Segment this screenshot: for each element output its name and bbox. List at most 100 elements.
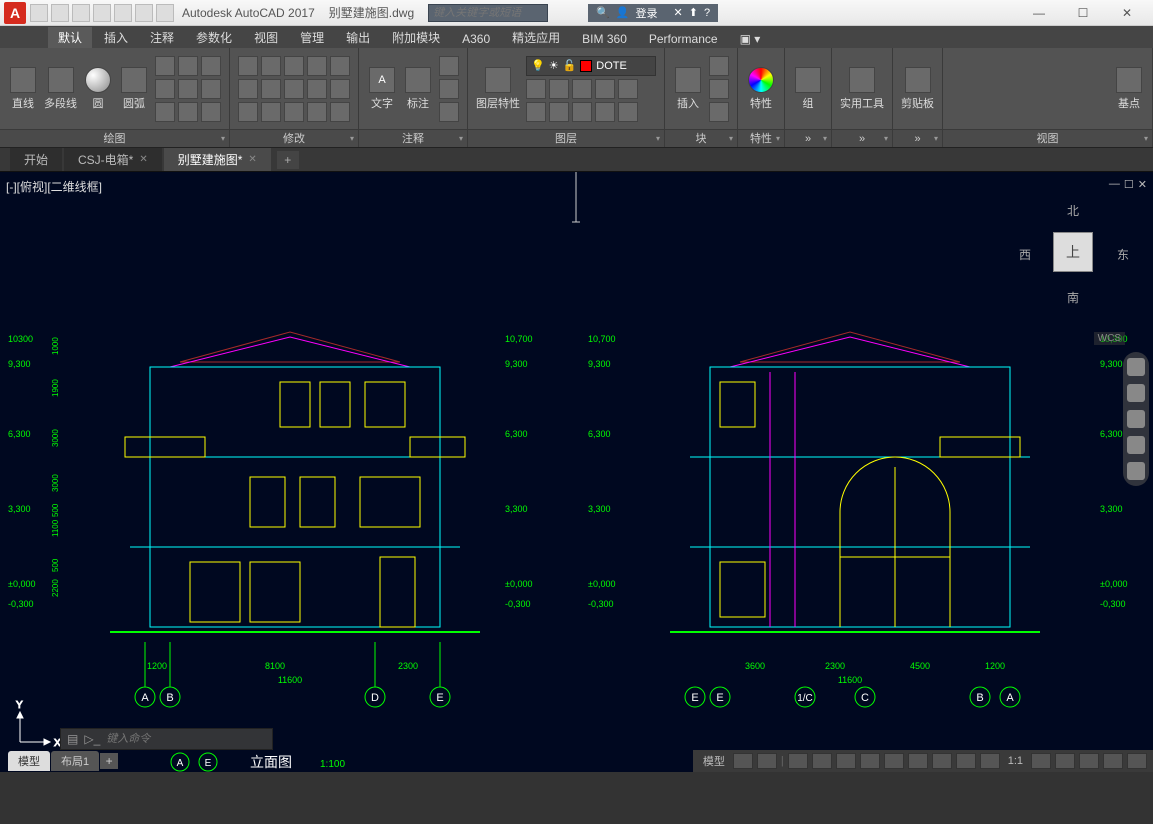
minimize-button[interactable]: — xyxy=(1017,0,1061,26)
tool-text[interactable]: A文字 xyxy=(367,67,397,111)
qat-save-icon[interactable] xyxy=(72,4,90,22)
status-hardware-icon[interactable] xyxy=(1079,753,1099,769)
tab-insert[interactable]: 插入 xyxy=(94,27,138,48)
status-cleanscreen-icon[interactable] xyxy=(1103,753,1123,769)
tool-basepoint[interactable]: 基点 xyxy=(1114,67,1144,111)
status-ortho-icon[interactable] xyxy=(788,753,808,769)
drawing-canvas[interactable]: A B D E 1200 8100 2300 11600 A E 立面图 1:1… xyxy=(0,172,1153,772)
vp-maximize-icon[interactable]: ☐ xyxy=(1124,178,1134,191)
status-lweight-icon[interactable] xyxy=(908,753,928,769)
qat-new-icon[interactable] xyxy=(30,4,48,22)
maximize-button[interactable]: ☐ xyxy=(1061,0,1105,26)
svg-text:500: 500 xyxy=(51,503,60,517)
tool-arc[interactable]: 圆弧 xyxy=(119,67,149,111)
nav-pan-icon[interactable] xyxy=(1127,384,1145,402)
command-line[interactable]: ▤ ▷_ xyxy=(60,728,273,750)
vp-close-icon[interactable]: ✕ xyxy=(1138,178,1147,191)
status-annomonitor-icon[interactable] xyxy=(980,753,1000,769)
layer-combo[interactable]: 💡 ☀ 🔓 DOTE xyxy=(526,56,656,76)
tab-default[interactable]: 默认 xyxy=(48,27,92,48)
tab-manage[interactable]: 管理 xyxy=(290,27,334,48)
nav-zoom-icon[interactable] xyxy=(1127,410,1145,428)
wcs-label[interactable]: WCS xyxy=(1094,332,1125,345)
nav-orbit-icon[interactable] xyxy=(1127,436,1145,454)
svg-text:-0,300: -0,300 xyxy=(8,599,34,609)
layer-color-swatch xyxy=(580,60,592,72)
status-cycling-icon[interactable] xyxy=(956,753,976,769)
nav-wheel-icon[interactable] xyxy=(1127,358,1145,376)
panel-utilities: 实用工具 » xyxy=(832,48,893,147)
new-tab-button[interactable]: + xyxy=(277,151,299,169)
tab-view[interactable]: 视图 xyxy=(244,27,288,48)
layout-tab-model[interactable]: 模型 xyxy=(8,751,50,771)
vp-minimize-icon[interactable]: — xyxy=(1109,178,1120,191)
tab-performance[interactable]: Performance xyxy=(639,30,728,48)
qat-saveas-icon[interactable] xyxy=(93,4,111,22)
tab-overflow-icon[interactable]: ▣ ▾ xyxy=(730,30,771,48)
tool-insert[interactable]: 插入 xyxy=(673,67,703,111)
tab-a360[interactable]: A360 xyxy=(452,30,500,48)
status-osnap-icon[interactable] xyxy=(836,753,856,769)
panel-title[interactable]: 绘图 xyxy=(0,129,229,147)
tool-dimension[interactable]: 标注 xyxy=(403,67,433,111)
tool-line[interactable]: 直线 xyxy=(8,67,38,111)
status-isolate-icon[interactable] xyxy=(1055,753,1075,769)
help-icon[interactable]: ? xyxy=(704,7,710,19)
status-model[interactable]: 模型 xyxy=(699,753,729,769)
panel-annotate: A文字 标注 注释 xyxy=(359,48,468,147)
exchange-icon[interactable]: ✕ xyxy=(674,6,683,19)
qat-open-icon[interactable] xyxy=(51,4,69,22)
nav-showmotion-icon[interactable] xyxy=(1127,462,1145,480)
cmd-history-icon[interactable]: ▤ xyxy=(67,732,78,746)
status-scale[interactable]: 1:1 xyxy=(1004,755,1027,767)
viewport-label[interactable]: [-][俯视][二维线框] xyxy=(6,178,102,195)
close-button[interactable]: ✕ xyxy=(1105,0,1149,26)
tool-properties[interactable]: 特性 xyxy=(746,67,776,111)
svg-text:1000: 1000 xyxy=(51,337,60,355)
panel-layers: 图层特性 💡 ☀ 🔓 DOTE 图层 xyxy=(468,48,665,147)
tool-group[interactable]: 组 xyxy=(793,67,823,111)
app-logo[interactable]: A xyxy=(4,2,26,24)
user-area[interactable]: 🔍 👤 登录 ✕ ⬆ ? xyxy=(588,4,718,22)
status-gear-icon[interactable] xyxy=(1031,753,1051,769)
status-grid-icon[interactable] xyxy=(733,753,753,769)
login-label: 登录 xyxy=(636,5,658,21)
tool-small[interactable] xyxy=(155,56,175,76)
tab-addins[interactable]: 附加模块 xyxy=(382,27,450,48)
tool-polyline[interactable]: 多段线 xyxy=(44,67,77,111)
search-input[interactable] xyxy=(428,4,548,22)
a360-icon[interactable]: ⬆ xyxy=(689,6,698,19)
filetab-csj[interactable]: CSJ-电箱*✕ xyxy=(64,148,162,171)
status-snap-icon[interactable] xyxy=(757,753,777,769)
svg-text:3000: 3000 xyxy=(51,474,60,492)
status-3dosnap-icon[interactable] xyxy=(860,753,880,769)
add-layout-button[interactable]: + xyxy=(100,753,118,769)
svg-text:3000: 3000 xyxy=(51,429,60,447)
status-customize-icon[interactable] xyxy=(1127,753,1147,769)
tool-clipboard[interactable]: 剪贴板 xyxy=(901,67,934,111)
tab-annotate[interactable]: 注释 xyxy=(140,27,184,48)
filetab-villa[interactable]: 别墅建施图*✕ xyxy=(164,148,271,171)
svg-text:6,300: 6,300 xyxy=(588,429,611,439)
svg-text:6,300: 6,300 xyxy=(1100,429,1123,439)
command-input[interactable] xyxy=(106,731,266,747)
tool-utilities[interactable]: 实用工具 xyxy=(840,67,884,111)
qat-redo-icon[interactable] xyxy=(156,4,174,22)
tab-featured[interactable]: 精选应用 xyxy=(502,27,570,48)
layout-tab-layout1[interactable]: 布局1 xyxy=(51,751,99,771)
tab-parametric[interactable]: 参数化 xyxy=(186,27,242,48)
qat-undo-icon[interactable] xyxy=(135,4,153,22)
tool-circle[interactable]: 圆 xyxy=(83,67,113,111)
status-otrack-icon[interactable] xyxy=(884,753,904,769)
tab-bim360[interactable]: BIM 360 xyxy=(572,30,637,48)
close-icon[interactable]: ✕ xyxy=(139,154,147,165)
tool-layer-props[interactable]: 图层特性 xyxy=(476,67,520,111)
filetab-start[interactable]: 开始 xyxy=(10,148,62,171)
viewcube-top[interactable]: 上 xyxy=(1053,232,1093,272)
close-icon[interactable]: ✕ xyxy=(248,154,256,165)
status-polar-icon[interactable] xyxy=(812,753,832,769)
qat-plot-icon[interactable] xyxy=(114,4,132,22)
view-cube[interactable]: 北 西 东 南 上 xyxy=(1013,192,1133,312)
status-transparency-icon[interactable] xyxy=(932,753,952,769)
tab-output[interactable]: 输出 xyxy=(336,27,380,48)
